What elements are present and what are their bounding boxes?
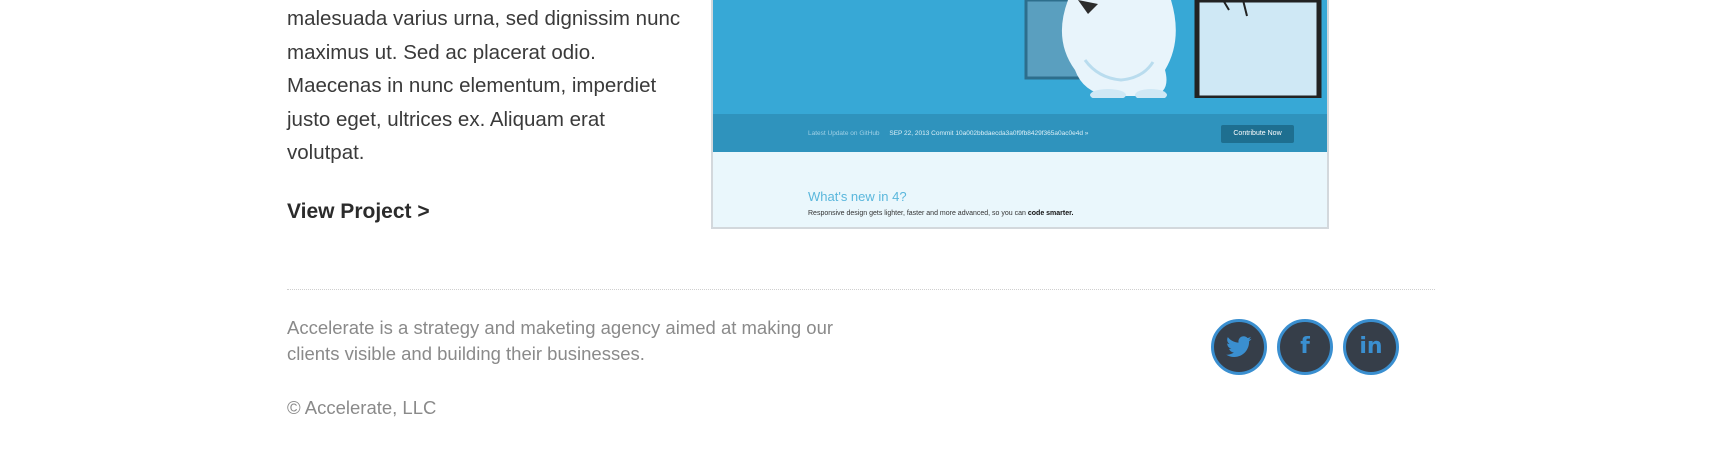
screenshot-commit-text: Latest Update on GitHub SEP 22, 2013 Com… <box>808 130 1088 137</box>
project-text-block: malesuada varius urna, sed dignissim nun… <box>287 2 687 170</box>
footer-divider <box>287 289 1435 290</box>
screenshot-strip-label: Latest Update on GitHub <box>808 130 880 137</box>
screenshot-subtext: Responsive design gets lighter, faster a… <box>808 210 1073 217</box>
footer-tagline: Accelerate is a strategy and maketing ag… <box>287 317 834 364</box>
screenshot-subtext-prefix: Responsive design gets lighter, faster a… <box>808 210 1026 217</box>
project-screenshot[interactable]: Latest Update on GitHub SEP 22, 2013 Com… <box>711 0 1329 229</box>
facebook-link[interactable]: f <box>1277 319 1333 375</box>
page: malesuada varius urna, sed dignissim nun… <box>0 0 1720 450</box>
screenshot-heading: What's new in 4? <box>808 189 907 204</box>
view-project-link[interactable]: View Project > <box>287 200 430 224</box>
twitter-link[interactable] <box>1211 319 1267 375</box>
copyright: © Accelerate, LLC <box>287 397 437 418</box>
facebook-icon: f <box>1300 334 1310 359</box>
twitter-icon <box>1226 336 1252 358</box>
linkedin-icon: in <box>1359 334 1383 359</box>
screenshot-subtext-bold: code smarter. <box>1027 210 1074 217</box>
screenshot-contribute-button: Contribute Now <box>1221 125 1294 143</box>
mascot-illustration <box>713 0 1327 114</box>
screenshot-strip-commit: SEP 22, 2013 Commit 10a002bbdaecda3a0f9f… <box>889 130 1089 137</box>
project-description: malesuada varius urna, sed dignissim nun… <box>287 7 681 164</box>
linkedin-link[interactable]: in <box>1343 319 1399 375</box>
